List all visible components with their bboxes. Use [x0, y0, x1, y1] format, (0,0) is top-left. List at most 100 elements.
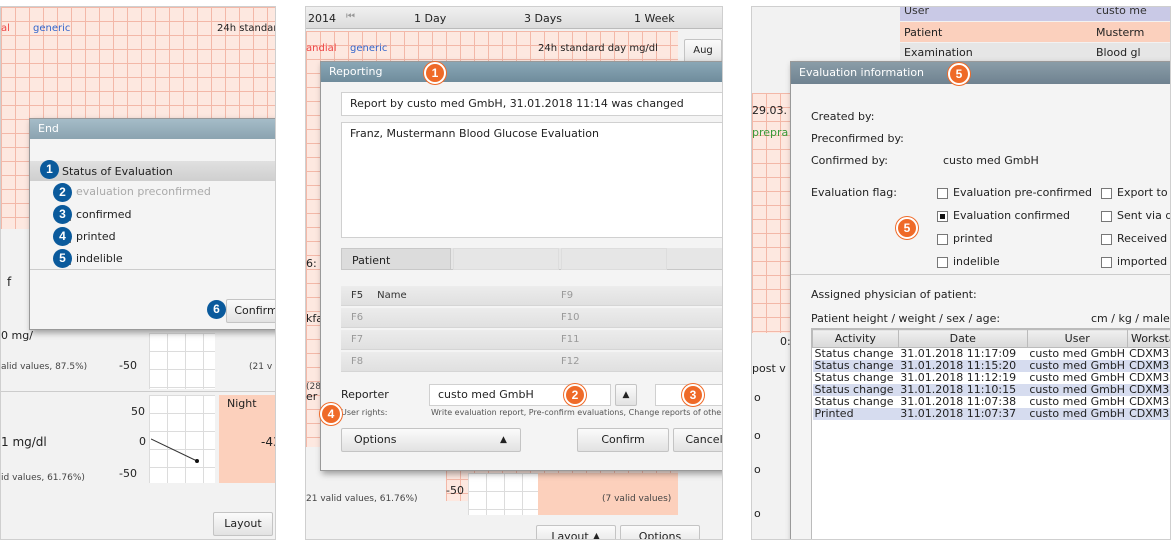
col-date[interactable]: Date: [897, 329, 1028, 348]
header-right-text: 24h standar: [217, 23, 276, 34]
confirmed-by-label: Confirmed by:: [811, 154, 888, 167]
tab-1-day[interactable]: 1 Day: [414, 12, 446, 25]
bg-minus50: -50: [446, 484, 464, 497]
table-cell: 31.01.2018 11:07:37: [898, 408, 1028, 420]
bg-minus50-b: -50: [119, 467, 137, 480]
flag-printed[interactable]: printed: [937, 232, 993, 245]
bg-valid: 21 valid values, 61.76%): [306, 494, 418, 504]
status-section-label: Status of Evaluation: [62, 165, 173, 178]
height-value: cm / kg / male: [1091, 312, 1170, 325]
badge-3: 3: [682, 384, 704, 406]
checkbox[interactable]: [937, 233, 948, 245]
confirm-button[interactable]: Confirm: [226, 299, 275, 323]
activity-table: Activity Date User Worksta Status change…: [811, 328, 1170, 539]
table-cell: custo med GmbH: [1027, 408, 1128, 420]
tab-empty-1[interactable]: [453, 248, 559, 270]
bg-o-4: o: [754, 507, 761, 520]
trend-line: [151, 438, 199, 463]
header-generic-text: generic: [33, 23, 71, 34]
fkey-row-1[interactable]: F5 Name F9: [341, 286, 722, 306]
badge-1: 1: [40, 160, 59, 179]
checkbox[interactable]: [1101, 210, 1112, 222]
bg-minus50-a: -50: [119, 359, 137, 372]
flag-indelible[interactable]: indelible: [937, 255, 1000, 268]
nav-first-icon[interactable]: ⏮: [346, 11, 355, 22]
badge-6: 6: [207, 300, 226, 319]
fkey-row-4[interactable]: F8 F12: [341, 352, 722, 372]
user-rights-value: Write evaluation report, Pre-confirm eva…: [431, 408, 723, 417]
flag-preconfirmed[interactable]: Evaluation pre-confirmed: [937, 186, 1092, 199]
badge-4: 4: [53, 227, 72, 246]
checkbox[interactable]: [937, 256, 948, 268]
reporting-dialog-title: Reporting: [321, 62, 722, 82]
evaluation-flag-label: Evaluation flag:: [811, 186, 897, 199]
badge-4: 4: [320, 403, 342, 425]
tab-1-week[interactable]: 1 Week: [634, 12, 675, 25]
option-preconfirmed[interactable]: evaluation preconfirmed: [60, 185, 211, 198]
report-text-area[interactable]: Franz, Mustermann Blood Glucose Evaluati…: [341, 122, 722, 238]
user-rights-label: User rights:: [341, 408, 388, 417]
activity-table-grid: Activity Date User Worksta Status change…: [812, 329, 1170, 420]
col-activity[interactable]: Activity: [812, 329, 899, 348]
year-label: 2014: [308, 12, 336, 25]
bg-minus43: -43: [261, 435, 275, 449]
end-dialog-title: End: [30, 119, 275, 139]
bg-post: post v: [752, 362, 786, 375]
height-label: Patient height / weight / sex / age:: [811, 312, 1001, 325]
tab-patient[interactable]: Patient: [341, 248, 451, 270]
bg-7-valid: (7 valid values): [602, 494, 672, 504]
col-workstation[interactable]: Worksta: [1126, 329, 1170, 348]
patient-info-table: User custo me Patient Musterm Examinatio…: [900, 6, 1170, 61]
options-button[interactable]: Options ▲: [341, 428, 521, 452]
fkey-row-2[interactable]: F6 F10: [341, 308, 722, 328]
tab-empty-2[interactable]: [561, 248, 667, 270]
flag-imported[interactable]: imported: [1101, 255, 1167, 268]
header-generic-text: generic: [350, 43, 388, 54]
patient-tabbar: Patient: [341, 248, 722, 270]
layout-button[interactable]: Layout: [213, 512, 273, 536]
checkbox[interactable]: [1101, 187, 1112, 199]
badge-1: 1: [424, 62, 446, 84]
bg-valid-1: alid values, 87.5%): [1, 362, 88, 372]
physician-label: Assigned physician of patient:: [811, 288, 977, 301]
bg-50: 50: [131, 405, 145, 418]
bg-1mg: 1 mg/dl: [1, 435, 47, 449]
preconfirmed-by-label: Preconfirmed by:: [811, 132, 904, 145]
col-user[interactable]: User: [1026, 329, 1128, 348]
period-toolbar: 2014 ⏮ 1 Day 3 Days 1 Week: [306, 7, 722, 29]
panel-evaluation-info-view: User custo me Patient Musterm Examinatio…: [751, 6, 1171, 540]
badge-2: 2: [564, 384, 586, 406]
reporter-dropdown-icon[interactable]: ▲: [615, 384, 637, 406]
created-by-label: Created by:: [811, 110, 875, 123]
checkbox[interactable]: [1101, 256, 1112, 268]
panel-end-dialog-view: al generic 24h standar f 0 mg/ alid valu…: [0, 6, 276, 540]
flag-export[interactable]: Export to: [1101, 186, 1168, 199]
evaluation-info-title: Evaluation information: [791, 62, 1170, 84]
bg-valid-2: id values, 61.76%): [1, 473, 85, 483]
bg-date: 29.03.: [752, 104, 787, 117]
bg-mg: 0 mg/: [1, 329, 33, 342]
cancel-button[interactable]: Cancel: [673, 428, 722, 452]
bg-o-3: o: [754, 463, 761, 476]
confirm-button[interactable]: Confirm: [577, 428, 669, 452]
status-section-header: Status of Evaluation: [30, 161, 275, 181]
flag-received[interactable]: Received v: [1101, 232, 1170, 245]
flag-sent[interactable]: Sent via d: [1101, 209, 1170, 222]
checkbox[interactable]: [937, 210, 948, 222]
bg-er: er: [306, 390, 318, 403]
reporting-dialog: Reporting Report by custo med GmbH, 31.0…: [320, 61, 723, 471]
user-row-label: User: [904, 6, 930, 17]
checkbox[interactable]: [937, 187, 948, 199]
layout-button[interactable]: Layout ▲: [536, 525, 616, 539]
table-row[interactable]: Printed 31.01.2018 11:07:37 custo med GmbH…: [812, 408, 1170, 420]
bg-f: f: [7, 275, 12, 289]
flag-confirmed[interactable]: Evaluation confirmed: [937, 209, 1070, 222]
patient-row-label: Patient: [904, 26, 943, 39]
bg-21: (21 v: [249, 362, 273, 372]
fkey-row-3[interactable]: F7 F11: [341, 330, 722, 350]
bg-zero: 0: [139, 435, 146, 448]
checkbox[interactable]: [1101, 233, 1112, 245]
options-button-bottom[interactable]: Options: [620, 525, 700, 539]
end-dialog: End Status of Evaluation evaluation prec…: [29, 118, 275, 330]
tab-3-days[interactable]: 3 Days: [524, 12, 562, 25]
